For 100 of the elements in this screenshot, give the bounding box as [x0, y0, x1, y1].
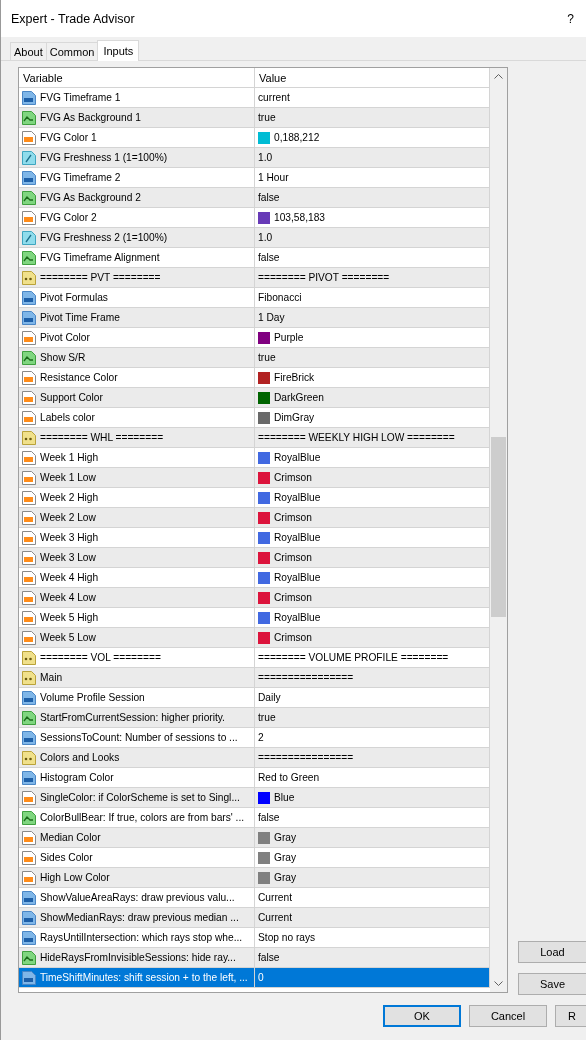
table-row[interactable]: Week 4 Low Crimson	[19, 588, 490, 608]
table-row[interactable]: FVG Freshness 2 (1=100%) 1.0	[19, 228, 490, 248]
dialog-button[interactable]: Cancel	[469, 1005, 547, 1027]
value-text: 2	[258, 732, 264, 743]
table-row[interactable]: FVG As Background 2 false	[19, 188, 490, 208]
side-button[interactable]: Load	[518, 941, 586, 963]
document-dots-icon	[21, 649, 37, 666]
value-text: Current	[258, 912, 292, 923]
variable-name: Week 4 High	[40, 572, 99, 583]
value-text: ================	[258, 752, 354, 763]
value-text: ================	[258, 672, 354, 683]
table-row[interactable]: ShowMedianRays: draw previous median ... Current	[19, 908, 490, 928]
value-text: false	[258, 192, 280, 203]
table-row[interactable]: Colors and Looks ================	[19, 748, 490, 768]
document-swatch-icon	[21, 529, 37, 546]
value-text: 1.0	[258, 232, 273, 243]
variable-name: Week 5 Low	[40, 632, 96, 643]
document-bars-icon	[21, 729, 37, 746]
table-row[interactable]: Median Color Gray	[19, 828, 490, 848]
variable-name: FVG Color 2	[40, 212, 97, 223]
variable-name: Pivot Time Frame	[40, 312, 120, 323]
variable-name: Colors and Looks	[40, 752, 120, 763]
value-text: 1 Day	[258, 312, 285, 323]
table-row[interactable]: TimeShiftMinutes: shift session + to the left, ... 0	[19, 968, 490, 988]
document-bars-icon	[21, 309, 37, 326]
document-dots-icon	[21, 669, 37, 686]
value-text: 1.0	[258, 152, 273, 163]
value-text: 1 Hour	[258, 172, 289, 183]
variable-name: Resistance Color	[40, 372, 118, 383]
dialog-button[interactable]: OK	[383, 1005, 461, 1027]
document-bars-icon	[21, 969, 37, 986]
table-row[interactable]: ======== WHL ======== ======== WEEKLY HIGH LOW ========	[19, 428, 490, 448]
value-text: false	[258, 952, 280, 963]
table-row[interactable]: Week 1 Low Crimson	[19, 468, 490, 488]
table-row[interactable]: Show S/R true	[19, 348, 490, 368]
variable-name: Support Color	[40, 392, 103, 403]
value-text: Crimson	[274, 632, 312, 643]
document-bars-icon	[21, 889, 37, 906]
side-button[interactable]: Save	[518, 973, 586, 995]
value-text: DimGray	[274, 412, 315, 423]
value-text: false	[258, 812, 280, 823]
table-row[interactable]: Week 5 Low Crimson	[19, 628, 490, 648]
table-row[interactable]: High Low Color Gray	[19, 868, 490, 888]
variable-name: RaysUntilIntersection: which rays stop whe...	[40, 932, 243, 943]
table-row[interactable]: Pivot Time Frame 1 Day	[19, 308, 490, 328]
value-text: Daily	[258, 692, 281, 703]
document-swatch-icon	[21, 509, 37, 526]
variable-name: Pivot Formulas	[40, 292, 108, 303]
scrollbar-thumb[interactable]	[491, 437, 506, 617]
help-button[interactable]: ?	[565, 11, 576, 26]
chevron-down-icon[interactable]	[494, 981, 503, 986]
document-bars-icon	[21, 289, 37, 306]
variable-name: Week 4 Low	[40, 592, 96, 603]
document-dots-icon	[21, 429, 37, 446]
document-swatch-icon	[21, 489, 37, 506]
column-header[interactable]: Value	[255, 68, 490, 88]
document-swatch-icon	[21, 449, 37, 466]
dialog-button[interactable]: R	[555, 1005, 586, 1027]
table-row[interactable]: SingleColor: if ColorScheme is set to Singl... Blue	[19, 788, 490, 808]
value-text: true	[258, 112, 276, 123]
variable-name: ======== WHL ========	[40, 432, 164, 443]
variable-name: Labels color	[40, 412, 95, 423]
document-slash-icon	[21, 149, 37, 166]
variable-name: Week 1 Low	[40, 472, 96, 483]
document-bars-icon	[21, 769, 37, 786]
table-row[interactable]: Week 2 Low Crimson	[19, 508, 490, 528]
value-text: 103,58,183	[274, 212, 325, 223]
document-line-icon	[21, 949, 37, 966]
window-title: Expert - Trade Advisor	[11, 11, 135, 26]
variable-name: FVG As Background 1	[40, 112, 141, 123]
variable-name: ======== VOL ========	[40, 652, 161, 663]
document-line-icon	[21, 709, 37, 726]
document-swatch-icon	[21, 609, 37, 626]
variable-name: Histogram Color	[40, 772, 114, 783]
tab[interactable]: Inputs	[97, 40, 140, 61]
table-row[interactable]: Support Color DarkGreen	[19, 388, 490, 408]
variable-name: FVG Timeframe 1	[40, 92, 121, 103]
document-swatch-icon	[21, 329, 37, 346]
document-swatch-icon	[21, 549, 37, 566]
document-bars-icon	[21, 689, 37, 706]
value-text: Stop no rays	[258, 932, 316, 943]
tab[interactable]: About	[10, 42, 47, 60]
document-line-icon	[21, 109, 37, 126]
variable-name: FVG Freshness 2 (1=100%)	[40, 232, 168, 243]
column-header[interactable]: Variable	[19, 68, 255, 88]
variable-name: Show S/R	[40, 352, 86, 363]
table-row[interactable]: FVG Freshness 1 (1=100%) 1.0	[19, 148, 490, 168]
table-row[interactable]: Week 3 Low Crimson	[19, 548, 490, 568]
table-row[interactable]: Main ================	[19, 668, 490, 688]
value-text: true	[258, 352, 276, 363]
table-row[interactable]: FVG As Background 1 true	[19, 108, 490, 128]
value-text: Crimson	[274, 512, 312, 523]
table-row[interactable]: HideRaysFromInvisibleSessions: hide ray... false	[19, 948, 490, 968]
variable-name: Median Color	[40, 832, 101, 843]
document-swatch-icon	[21, 789, 37, 806]
chevron-up-icon[interactable]	[494, 74, 503, 79]
table-row[interactable]: StartFromCurrentSession: higher priority. true	[19, 708, 490, 728]
scrollbar[interactable]	[490, 68, 507, 992]
document-swatch-icon	[21, 409, 37, 426]
table-row[interactable]: ======== PVT ======== ======== PIVOT ========	[19, 268, 490, 288]
